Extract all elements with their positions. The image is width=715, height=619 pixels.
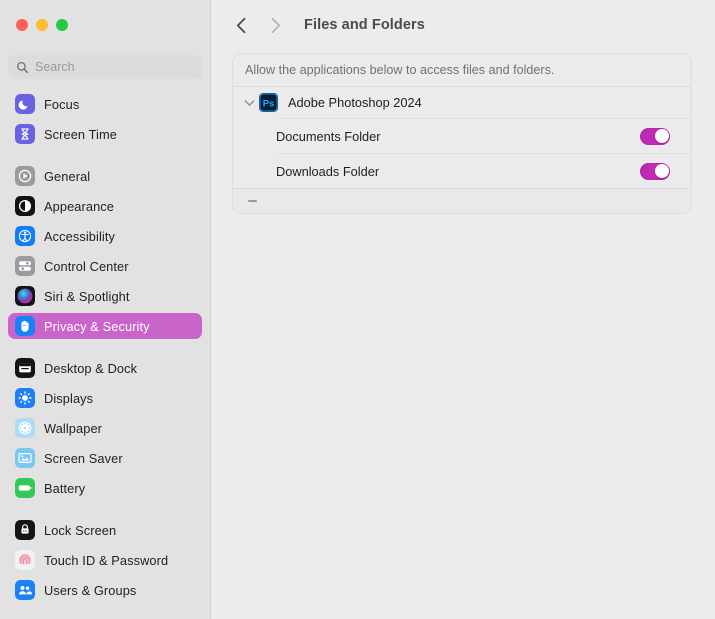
sidebar-item-screen-saver[interactable]: Screen Saver [8,445,202,471]
sidebar-item-desktop-dock[interactable]: Desktop & Dock [8,355,202,381]
sidebar-item-appearance[interactable]: Appearance [8,193,202,219]
sidebar-item-label: General [44,168,91,184]
sidebar-item-displays[interactable]: Displays [8,385,202,411]
permission-label: Downloads Folder [276,163,380,179]
siri-orb-icon [15,286,35,306]
accessibility-person-icon [15,226,35,246]
app-name: Adobe Photoshop 2024 [288,95,422,110]
sidebar-item-label: Privacy & Security [44,318,150,334]
screen-picture-icon [15,448,35,468]
sidebar-item-label: Displays [44,390,94,406]
page-title: Files and Folders [304,17,425,33]
battery-icon [15,478,35,498]
chevron-left-icon [236,17,245,33]
sidebar-item-siri-spotlight[interactable]: Siri & Spotlight [8,283,202,309]
sidebar-item-label: Siri & Spotlight [44,288,130,304]
sidebar-item-battery[interactable]: Battery [8,475,202,501]
hourglass-icon [15,124,35,144]
sidebar-nav: Focus Screen Time General Appearance Acc… [0,91,210,619]
disclosure-toggle[interactable] [242,96,256,110]
sidebar-divider [8,151,202,163]
permission-list: Documents Folder Downloads Folder [233,118,691,188]
sidebar-item-general[interactable]: General [8,163,202,189]
sidebar-item-label: Battery [44,480,86,496]
remove-app-button[interactable] [244,193,260,209]
sidebar-item-screen-time[interactable]: Screen Time [8,121,202,147]
permission-row: Downloads Folder [276,153,691,188]
sidebar-item-label: Appearance [44,198,115,214]
toggle-knob [654,164,669,178]
contrast-circle-icon [15,196,35,216]
app-row: Ps Adobe Photoshop 2024 [233,87,691,118]
forward-button[interactable] [264,13,286,37]
sliders-icon [15,256,35,276]
permission-label: Documents Folder [276,128,381,144]
sidebar-item-label: Touch ID & Password [44,552,169,568]
system-settings-window: Focus Screen Time General [0,0,715,619]
files-and-folders-panel: Allow the applications below to access f… [232,53,692,214]
maximize-button[interactable] [56,19,68,31]
sidebar-item-users-groups[interactable]: Users & Groups [8,577,202,603]
sidebar-item-accessibility[interactable]: Accessibility [8,223,202,249]
search-field[interactable] [8,55,202,79]
panel-description: Allow the applications below to access f… [233,54,691,87]
flower-icon [15,418,35,438]
two-people-icon [15,580,35,600]
sidebar-item-label: Control Center [44,258,129,274]
sidebar: Focus Screen Time General [0,0,211,619]
moon-icon [15,94,35,114]
dock-window-icon [15,358,35,378]
toggle-knob [654,129,669,143]
sidebar-item-label: Lock Screen [44,522,117,538]
sidebar-divider [8,343,202,355]
search-icon [17,61,29,73]
minus-icon [247,200,257,202]
sidebar-item-label: Screen Saver [44,450,123,466]
close-button[interactable] [16,19,28,31]
window-controls [16,19,68,31]
sidebar-item-touch-id[interactable]: Touch ID & Password [8,547,202,573]
main-content: Files and Folders Allow the applications… [211,0,715,619]
documents-folder-toggle[interactable] [640,127,670,145]
sidebar-divider [8,505,202,517]
panel-footer [233,188,691,213]
sidebar-item-label: Focus [44,96,80,112]
sidebar-item-label: Wallpaper [44,420,103,436]
sidebar-item-wallpaper[interactable]: Wallpaper [8,415,202,441]
minimize-button[interactable] [36,19,48,31]
photoshop-icon: Ps [259,93,278,112]
svg-text:Ps: Ps [263,98,275,109]
back-button[interactable] [230,13,252,37]
open-hand-icon [15,316,35,336]
gear-settings-icon [15,166,35,186]
permission-row: Documents Folder [276,118,691,153]
fingerprint-icon [15,550,35,570]
sidebar-item-label: Desktop & Dock [44,360,138,376]
sidebar-item-label: Accessibility [44,228,115,244]
chevron-down-icon [244,99,254,106]
padlock-icon [15,520,35,540]
sidebar-item-control-center[interactable]: Control Center [8,253,202,279]
brightness-sun-icon [15,388,35,408]
downloads-folder-toggle[interactable] [640,162,670,180]
sidebar-item-label: Screen Time [44,126,117,142]
sidebar-item-lock-screen[interactable]: Lock Screen [8,517,202,543]
sidebar-item-focus[interactable]: Focus [8,91,202,117]
sidebar-item-label: Users & Groups [44,582,137,598]
search-input[interactable] [35,60,194,74]
sidebar-item-privacy-security[interactable]: Privacy & Security [8,313,202,339]
chevron-right-icon [271,17,280,33]
toolbar: Files and Folders [211,0,715,50]
